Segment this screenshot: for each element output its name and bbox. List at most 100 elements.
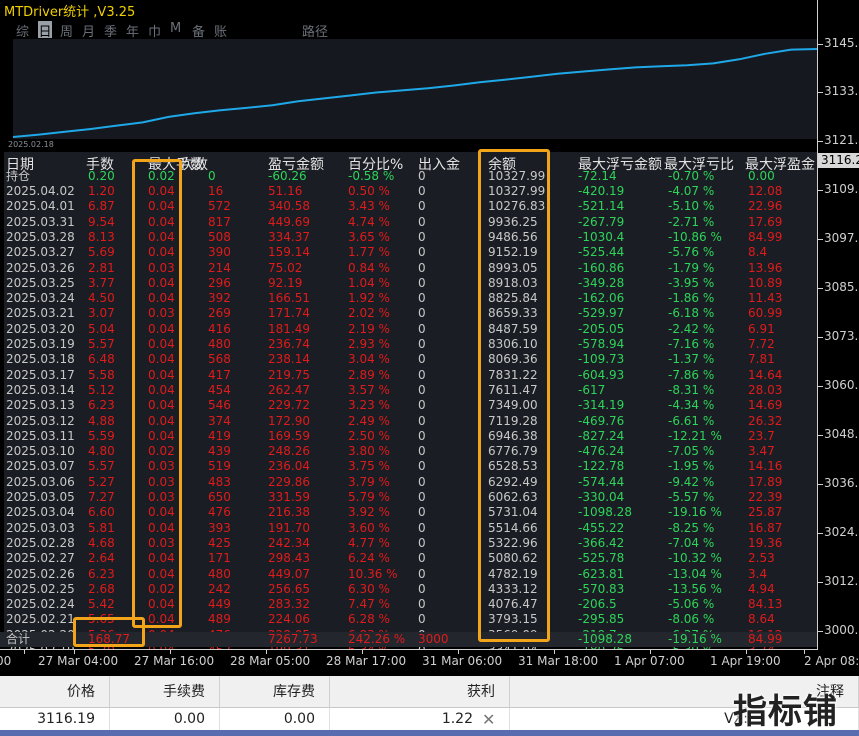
period-tab-7[interactable]: M (170, 21, 192, 38)
cell-col-8: -827.24 (578, 429, 625, 443)
cell-col-10: 4.94 (748, 582, 775, 596)
price-axis-line (817, 0, 818, 650)
cell-col-3: 419 (208, 429, 231, 443)
time-tick-mark (554, 649, 555, 654)
cell-col-6: 0 (418, 536, 426, 550)
cell-col-8: -476.24 (578, 444, 625, 458)
cell-col-9: -5.10 % (668, 199, 715, 213)
col-header-swap[interactable]: 库存费 (220, 676, 330, 708)
cell-col-3: 817 (208, 215, 231, 229)
cell-col-4: 181.49 (268, 322, 310, 336)
cell-col-3: 476 (208, 505, 231, 519)
price-tick-mark (818, 190, 823, 191)
price-tick: 3000.4 (824, 623, 859, 637)
table-row: 2025.03.28 8.13 0.04 508 334.37 3.65 % 0 9486.5… (0, 230, 817, 245)
period-tab-4[interactable]: 季 (104, 21, 126, 40)
period-tab-8[interactable]: 备 (192, 21, 214, 40)
cell-col-8: -525.44 (578, 245, 625, 259)
cell-col-3: 519 (208, 459, 231, 473)
table-row: 2025.03.31 9.54 0.04 817 449.69 4.74 % 0 9936.2… (0, 215, 817, 230)
time-axis-line (0, 649, 818, 650)
cell-col-3: 480 (208, 337, 231, 351)
cell-col-5: 2.02 % (348, 306, 390, 320)
cell-col-1: 5.59 (88, 429, 115, 443)
col-header-commission[interactable]: 手续费 (110, 676, 220, 708)
cell-col-4: 172.90 (268, 414, 310, 428)
path-tab[interactable]: 路径 (302, 21, 342, 40)
cell-col-10: 17.89 (748, 475, 783, 489)
cell-col-10: 3.4 (748, 567, 768, 581)
cell-col-8: -162.06 (578, 291, 625, 305)
cell-col-3: 489 (208, 612, 231, 626)
period-tab-6[interactable]: 巾 (148, 21, 170, 40)
period-tab-0[interactable]: 综 (16, 21, 38, 40)
cell-col-4: 256.65 (268, 582, 310, 596)
cell-col-5: 1.04 % (348, 276, 390, 290)
cell-col-8: -330.04 (578, 490, 625, 504)
cell-col-8: -109.73 (578, 352, 625, 366)
cell-col-9: -10.86 % (668, 230, 722, 244)
col-header-price[interactable]: 价格 (0, 676, 110, 708)
cell-col-6: 0 (418, 459, 426, 473)
cell-col-9: -13.04 % (668, 567, 722, 581)
price-tick: 3036.0 (824, 476, 859, 490)
time-tick: 1 Apr 19:00 (710, 654, 781, 668)
cell-col-0: 2025.03.10 (6, 444, 75, 458)
cell-col-4: 216.38 (268, 505, 310, 519)
cell-price: 3116.19 (0, 708, 110, 730)
cell-col-10: 26.32 (748, 414, 783, 428)
cell-col-1: 9.54 (88, 215, 115, 229)
cell-col-3: 269 (208, 306, 231, 320)
cell-col-9: -3.95 % (668, 276, 715, 290)
cell-col-4: 166.51 (268, 291, 310, 305)
cell-col-6: 0 (418, 612, 426, 626)
price-tick: 3145.4 (824, 36, 859, 50)
price-tick: 3121.4 (824, 133, 859, 147)
cell-col-10: 23.7 (748, 429, 775, 443)
period-tab-9[interactable]: 账户 (214, 21, 236, 59)
equity-start-date: 2025.02.18 (8, 140, 54, 149)
cell-col-8: -206.5 (578, 597, 617, 611)
cell-col-9: -9.42 % (668, 475, 715, 489)
cell-col-0: 2025.03.31 (6, 215, 75, 229)
cell-col-3: 393 (208, 521, 231, 535)
cell-col-5: 2.89 % (348, 368, 390, 382)
cell-col-6: 0 (418, 230, 426, 244)
period-tab-2[interactable]: 周 (60, 21, 82, 40)
table-row: 2025.03.14 5.12 0.04 454 262.47 3.57 % 0 7611.4… (0, 383, 817, 398)
price-tick-mark (818, 288, 823, 289)
cell-col-9: -12.21 % (668, 429, 722, 443)
table-row: 2025.03.03 5.81 0.04 393 191.70 3.60 % 0 5514.6… (0, 521, 817, 536)
cell-col-0: 2025.03.06 (6, 475, 75, 489)
table-row: 2025.03.19 5.57 0.04 480 236.74 2.93 % 0 8306.1… (0, 337, 817, 352)
cell-col-4: 171.74 (268, 306, 310, 320)
cell-col-8: -604.93 (578, 368, 625, 382)
cell-col-5: 2.50 % (348, 429, 390, 443)
cell-col-3: 417 (208, 368, 231, 382)
close-position-icon[interactable]: ✕ (482, 710, 495, 729)
cell-col-6: 0 (418, 337, 426, 351)
cell-col-1: 5.69 (88, 245, 115, 259)
cell-col-6: 0 (418, 597, 426, 611)
cell-col-8: -295.85 (578, 612, 625, 626)
table-row: 2025.03.20 5.04 0.04 416 181.49 2.19 % 0 8487.5… (0, 322, 817, 337)
path-tab-label[interactable]: 路径 (302, 21, 342, 40)
cell-col-6: 0 (418, 475, 426, 489)
col-header-profit[interactable]: 获利 (330, 676, 510, 708)
period-tab-5[interactable]: 年 (126, 21, 148, 40)
cell-col-5: 0.84 % (348, 261, 390, 275)
cell-col-0: 2025.03.19 (6, 337, 75, 351)
cell-col-8: -349.28 (578, 276, 625, 290)
balance-highlight-box (478, 149, 550, 642)
cell-col-4: 262.47 (268, 383, 310, 397)
cell-col-3: 296 (208, 276, 231, 290)
cell-col-10: 2.53 (748, 551, 775, 565)
cell-col-1: 5.81 (88, 521, 115, 535)
period-tab-3[interactable]: 月 (82, 21, 104, 40)
cell-col-0: 2025.04.02 (6, 184, 75, 198)
price-tick-mark (818, 435, 823, 436)
cell-col-1: 6.23 (88, 567, 115, 581)
period-tab-1[interactable]: 日 (38, 21, 52, 40)
cell-col-4: 340.58 (268, 199, 310, 213)
holding-row: 持仓 0.20 0.02 0 -60.26 -0.58 % 0 10327.99 -72.14-… (0, 169, 817, 184)
